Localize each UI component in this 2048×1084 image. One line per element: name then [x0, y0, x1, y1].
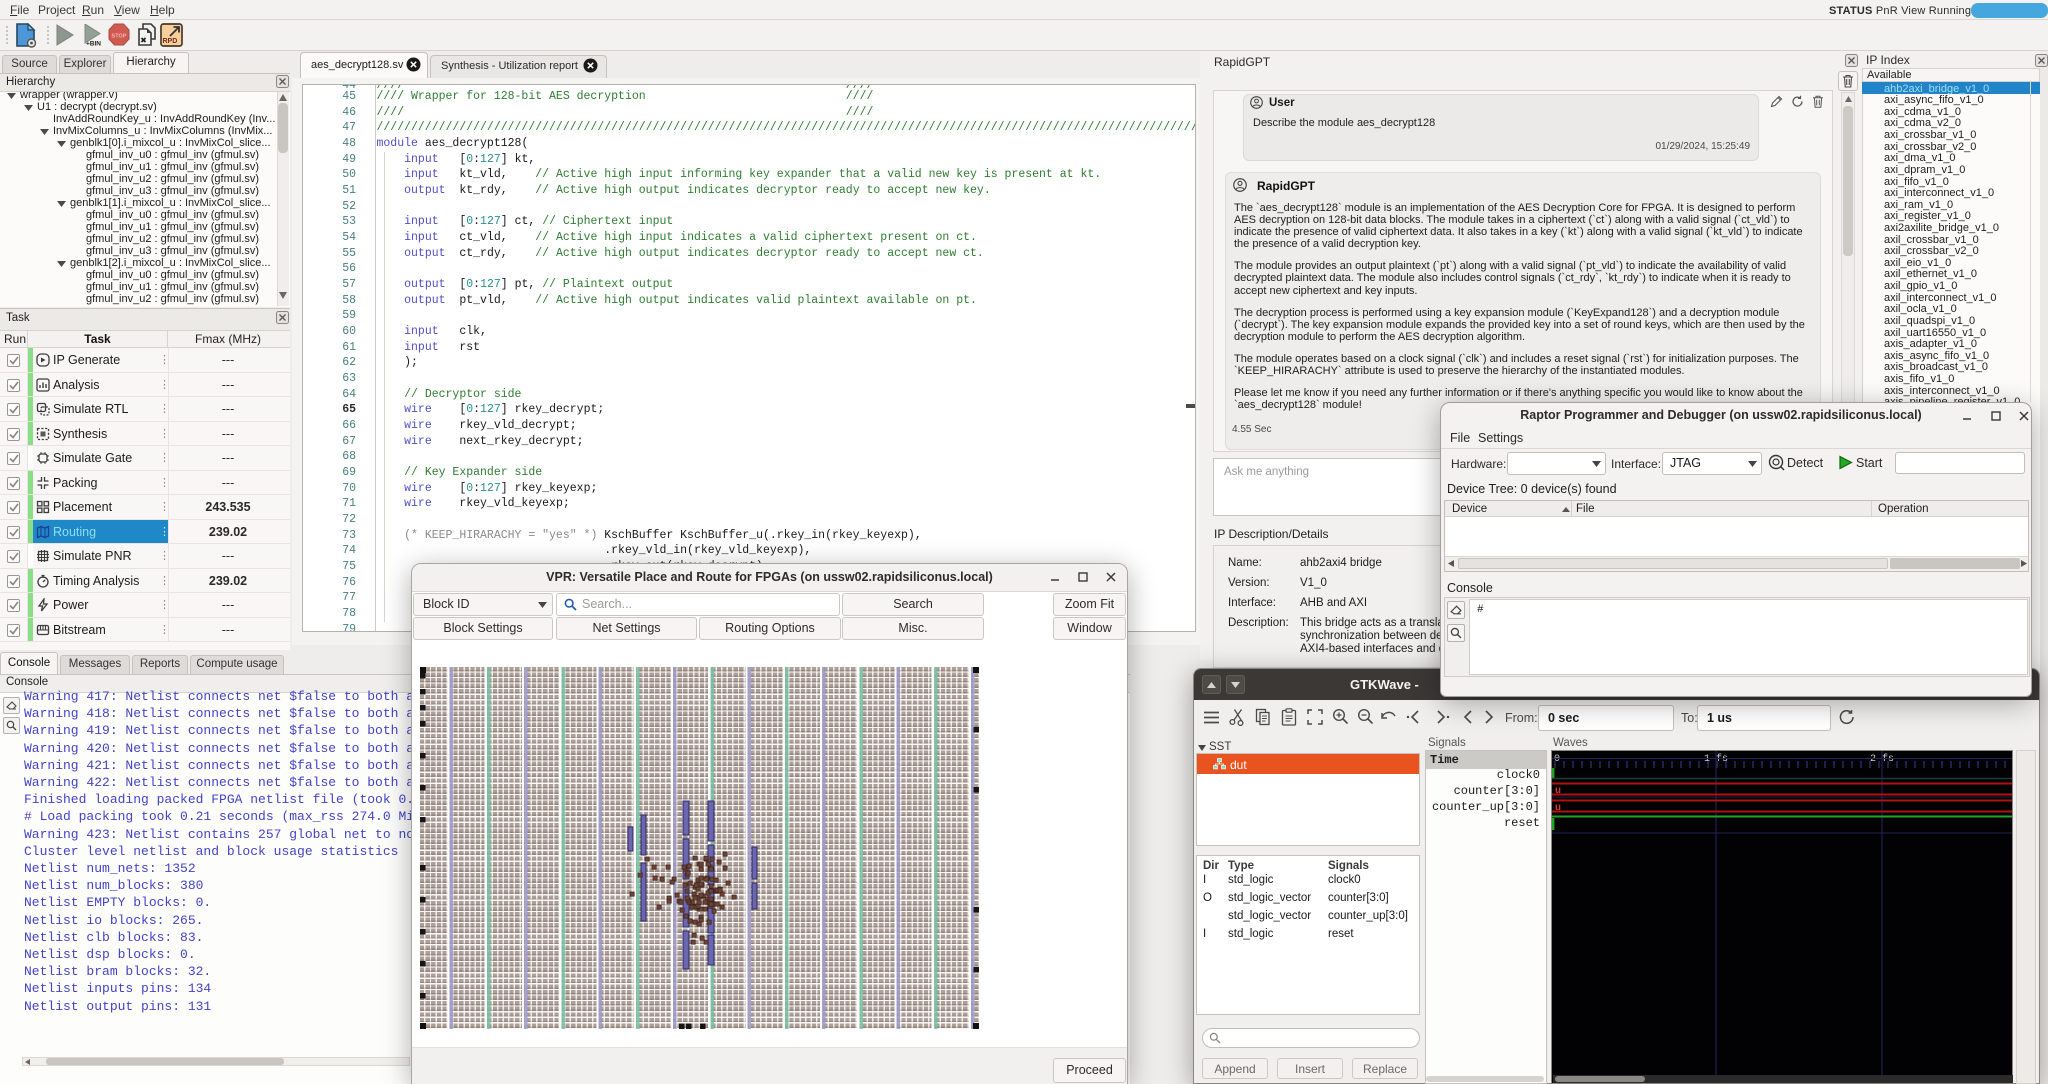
svg-text:u: u	[1555, 803, 1561, 814]
svg-text:STOP: STOP	[112, 34, 127, 40]
svg-text:+BIN: +BIN	[86, 41, 101, 48]
svg-text:u: u	[1555, 786, 1561, 797]
svg-text:RPD: RPD	[163, 38, 178, 45]
